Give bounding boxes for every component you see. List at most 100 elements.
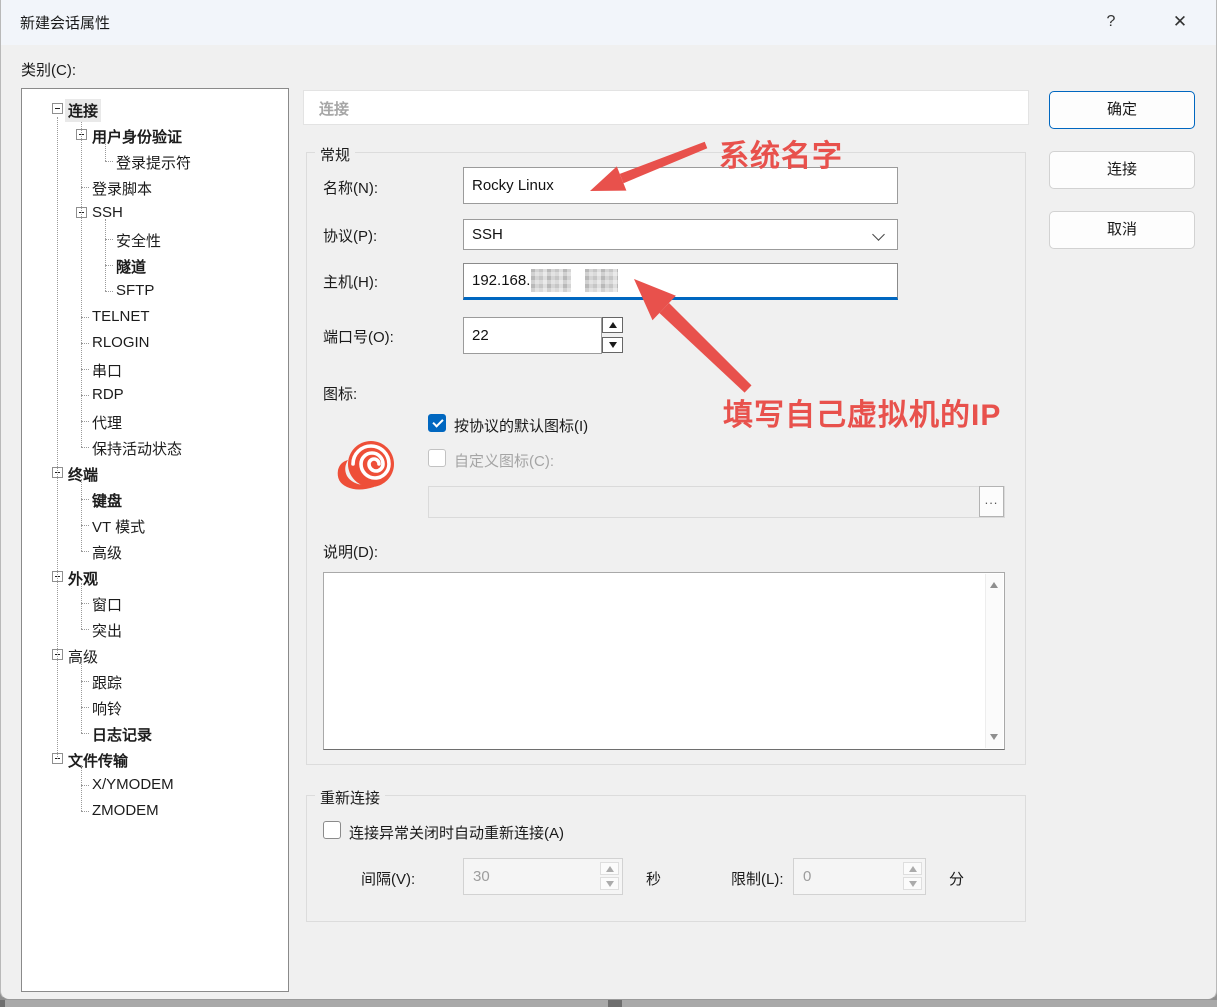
tree-item-日志记录[interactable]: 日志记录 — [22, 720, 288, 746]
scroll-up-icon — [990, 582, 998, 588]
tree-item-登录脚本[interactable]: 登录脚本 — [22, 174, 288, 200]
description-scrollbar[interactable] — [985, 574, 1003, 748]
tree-item-SFTP[interactable]: SFTP — [22, 278, 288, 304]
category-label: 类别(C): — [21, 59, 76, 80]
tree-item-label[interactable]: 文件传输 — [65, 749, 131, 772]
tree-item-VT 模式[interactable]: VT 模式 — [22, 512, 288, 538]
tree-item-label[interactable]: 高级 — [65, 645, 101, 668]
tree-expander-collapse-icon[interactable] — [52, 103, 63, 114]
tree-item-label[interactable]: 用户身份验证 — [89, 125, 185, 148]
tree-item-label[interactable]: RDP — [89, 385, 127, 404]
tree-connector — [105, 239, 113, 240]
tree-item-ZMODEM[interactable]: ZMODEM — [22, 798, 288, 824]
tree-item-label[interactable]: SSH — [89, 203, 126, 222]
panel-header-text: 连接 — [319, 98, 349, 119]
tree-item-label[interactable]: 键盘 — [89, 489, 125, 512]
tree-item-高级[interactable]: 高级 — [22, 642, 288, 668]
tree-connector — [105, 219, 106, 291]
host-label: 主机(H): — [323, 271, 378, 292]
tree-item-键盘[interactable]: 键盘 — [22, 486, 288, 512]
tree-item-RDP[interactable]: RDP — [22, 382, 288, 408]
host-input[interactable]: 192.168. — [463, 263, 898, 300]
tree-item-代理[interactable]: 代理 — [22, 408, 288, 434]
name-label: 名称(N): — [323, 177, 378, 198]
tree-item-label[interactable]: RLOGIN — [89, 333, 153, 352]
cancel-button[interactable]: 取消 — [1049, 211, 1195, 249]
protocol-label: 协议(P): — [323, 225, 377, 246]
tree-item-label[interactable]: VT 模式 — [89, 515, 148, 538]
tree-connector — [105, 291, 113, 292]
tree-item-label[interactable]: SFTP — [113, 281, 157, 300]
tree-item-label[interactable]: 窗口 — [89, 593, 125, 616]
background-edge-mark — [0, 1000, 5, 1007]
tree-item-跟踪[interactable]: 跟踪 — [22, 668, 288, 694]
tree-item-终端[interactable]: 终端 — [22, 460, 288, 486]
tree-item-保持活动状态[interactable]: 保持活动状态 — [22, 434, 288, 460]
auto-reconnect-checkbox-label[interactable]: 连接异常关闭时自动重新连接(A) — [349, 822, 564, 843]
tree-item-突出[interactable]: 突出 — [22, 616, 288, 642]
tree-item-label[interactable]: TELNET — [89, 307, 153, 326]
tree-item-X/YMODEM[interactable]: X/YMODEM — [22, 772, 288, 798]
port-increment-button[interactable] — [602, 317, 623, 333]
host-redaction-mosaic — [531, 269, 571, 292]
tree-item-连接[interactable]: 连接 — [22, 96, 288, 122]
tree-item-label[interactable]: 跟踪 — [89, 671, 125, 694]
tree-item-label[interactable]: X/YMODEM — [89, 775, 177, 794]
tree-item-安全性[interactable]: 安全性 — [22, 226, 288, 252]
tree-item-SSH[interactable]: SSH — [22, 200, 288, 226]
tree-item-label[interactable]: 登录脚本 — [89, 177, 155, 200]
tree-item-TELNET[interactable]: TELNET — [22, 304, 288, 330]
close-button[interactable]: ✕ — [1165, 8, 1195, 36]
default-icon-checkbox[interactable] — [428, 414, 446, 432]
tree-connector — [81, 369, 89, 370]
tree-item-label[interactable]: 响铃 — [89, 697, 125, 720]
tree-item-label[interactable]: 连接 — [65, 99, 101, 122]
tree-item-label[interactable]: 保持活动状态 — [89, 437, 185, 460]
help-button[interactable]: ? — [1096, 8, 1126, 36]
tree-connector — [81, 551, 89, 552]
tree-connector — [105, 161, 113, 162]
tree-item-label[interactable]: 突出 — [89, 619, 125, 642]
tree-item-文件传输[interactable]: 文件传输 — [22, 746, 288, 772]
default-icon-checkbox-label[interactable]: 按协议的默认图标(I) — [454, 415, 588, 436]
category-tree[interactable]: 连接用户身份验证登录提示符登录脚本 SSH 安全性隧道 SFTP TELNET RLOGI… — [21, 88, 289, 992]
tree-item-label[interactable]: ZMODEM — [89, 801, 162, 820]
auto-reconnect-checkbox[interactable] — [323, 821, 341, 839]
tree-item-响铃[interactable]: 响铃 — [22, 694, 288, 720]
browse-icon-button[interactable]: ... — [979, 486, 1004, 517]
tree-item-高级[interactable]: 高级 — [22, 538, 288, 564]
tree-item-label[interactable]: 外观 — [65, 567, 101, 590]
tree-item-窗口[interactable]: 窗口 — [22, 590, 288, 616]
tree-item-label[interactable]: 日志记录 — [89, 723, 155, 746]
tree-item-外观[interactable]: 外观 — [22, 564, 288, 590]
tree-connector — [81, 122, 82, 447]
tree-connector — [81, 317, 89, 318]
scroll-down-icon — [990, 734, 998, 740]
port-input[interactable]: 22 — [463, 317, 602, 354]
tree-item-用户身份验证[interactable]: 用户身份验证 — [22, 122, 288, 148]
tree-item-隧道[interactable]: 隧道 — [22, 252, 288, 278]
tree-item-label[interactable]: 高级 — [89, 541, 125, 564]
dialog-title: 新建会话属性 — [20, 12, 110, 33]
tree-item-串口[interactable]: 串口 — [22, 356, 288, 382]
tree-item-RLOGIN[interactable]: RLOGIN — [22, 330, 288, 356]
tree-connector — [81, 447, 89, 448]
tree-item-登录提示符[interactable]: 登录提示符 — [22, 148, 288, 174]
tree-item-label[interactable]: 隧道 — [113, 255, 149, 278]
port-decrement-button[interactable] — [602, 337, 623, 353]
tree-item-label[interactable]: 登录提示符 — [113, 151, 194, 174]
tree-connector — [105, 141, 106, 161]
description-textarea[interactable] — [323, 572, 1005, 750]
tree-item-label[interactable]: 代理 — [89, 411, 125, 434]
tree-connector — [81, 525, 89, 526]
tree-item-label[interactable]: 安全性 — [113, 229, 164, 252]
ok-button[interactable]: 确定 — [1049, 91, 1195, 129]
connect-button[interactable]: 连接 — [1049, 151, 1195, 189]
host-value: 192.168. — [472, 272, 530, 289]
tree-item-label[interactable]: 串口 — [89, 359, 125, 382]
tree-item-label[interactable]: 终端 — [65, 463, 101, 486]
annotation-ip-note: 填写自己虚拟机的IP — [723, 390, 1001, 434]
limit-value: 0 — [803, 868, 811, 885]
custom-icon-checkbox[interactable] — [428, 449, 446, 467]
protocol-select[interactable]: SSH — [463, 219, 898, 250]
